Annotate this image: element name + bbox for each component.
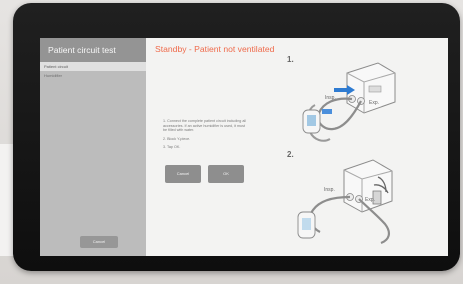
sidebar-item-patient-circuit[interactable]: Patient circuit	[40, 62, 146, 71]
tablet-device: Patient circuit test Patient circuit Hum…	[13, 3, 460, 271]
instruction-list: 1. Connect the complete patient circuit …	[163, 119, 247, 154]
circuit-diagram-step-2: Insp. Exp.	[289, 148, 419, 254]
sidebar-title: Patient circuit test	[40, 38, 146, 62]
instruction-step-3: 3. Tap OK.	[163, 145, 181, 149]
insp-label-2: Insp.	[324, 187, 335, 193]
exp-label-1: Exp.	[369, 100, 379, 106]
instruction-step-1: 1. Connect the complete patient circuit …	[163, 119, 247, 132]
main-content: Standby - Patient not ventilated 1. Conn…	[146, 38, 448, 256]
device-screen: Patient circuit test Patient circuit Hum…	[40, 38, 448, 256]
ok-button[interactable]: OK	[208, 165, 244, 183]
scene: Patient circuit test Patient circuit Hum…	[0, 0, 463, 284]
sidebar: Patient circuit test Patient circuit Hum…	[40, 38, 146, 256]
insp-label-1: Insp.	[325, 95, 336, 101]
cancel-button[interactable]: Cancel	[165, 165, 201, 183]
sidebar-cancel-button[interactable]: Cancel	[80, 236, 118, 248]
exp-label-2: Exp.	[365, 197, 375, 203]
sidebar-item-humidifier[interactable]: Humidifier	[40, 71, 146, 80]
circuit-diagram-step-1: Insp. Exp.	[289, 55, 419, 150]
instruction-step-2: 2. Block Y-piece.	[163, 136, 191, 141]
status-title: Standby - Patient not ventilated	[155, 44, 275, 54]
